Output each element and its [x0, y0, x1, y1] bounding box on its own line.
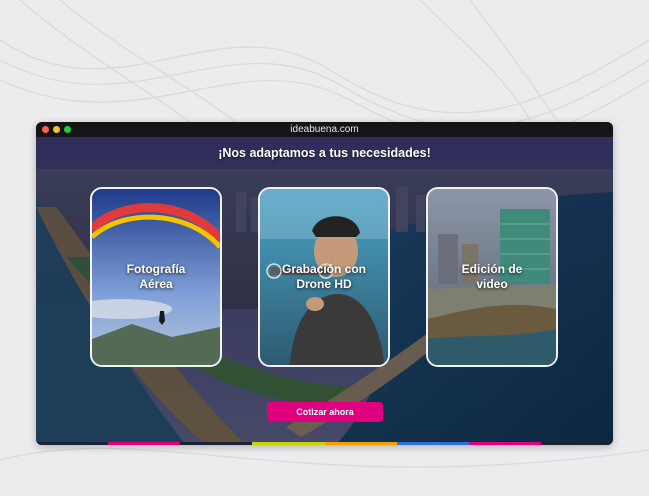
stripe-segment [180, 442, 253, 445]
browser-titlebar: ideabuena.com [36, 122, 613, 137]
card-label: Grabación con Drone HD [281, 262, 367, 291]
brand-color-stripe [36, 442, 613, 445]
stripe-segment [108, 442, 181, 445]
stripe-segment [468, 442, 541, 445]
stripe-segment [540, 442, 613, 445]
hero-headline: ¡Nos adaptamos a tus necesidades! [218, 146, 431, 160]
hero-section: ¡Nos adaptamos a tus necesidades! Fotogr… [36, 137, 613, 445]
browser-window: ideabuena.com ¡Nos adaptamos a tus neces… [36, 122, 613, 445]
service-card-drone-video[interactable]: Grabación con Drone HD [258, 187, 390, 367]
stripe-segment [324, 442, 397, 445]
quote-now-button[interactable]: Cotizar ahora [267, 402, 383, 422]
card-label: Fotografía Aérea [126, 262, 186, 291]
stripe-segment [252, 442, 325, 445]
stripe-segment [396, 442, 469, 445]
service-card-video-editing[interactable]: Edición de video [426, 187, 558, 367]
stripe-segment [36, 442, 109, 445]
card-label: Edición de video [461, 262, 523, 291]
service-card-aerial-photography[interactable]: Fotografía Aérea [90, 187, 222, 367]
address-bar-url[interactable]: ideabuena.com [36, 123, 613, 136]
